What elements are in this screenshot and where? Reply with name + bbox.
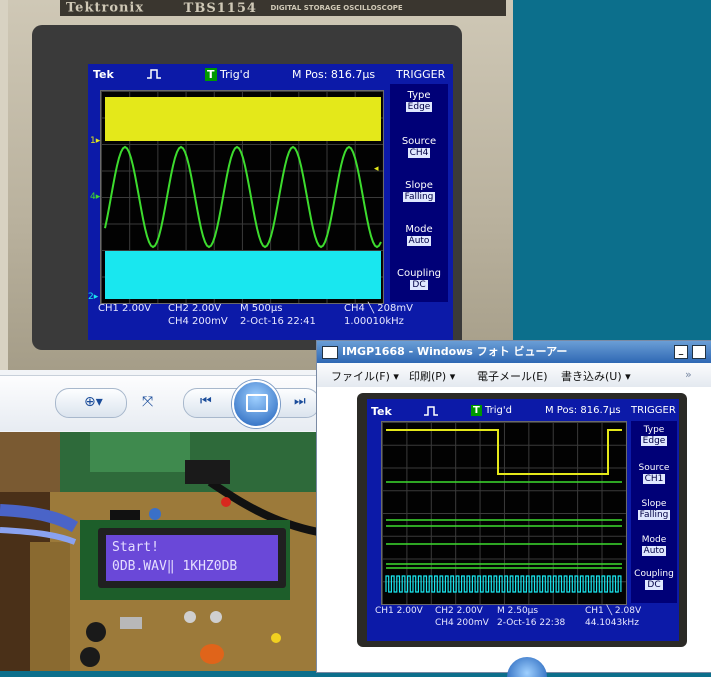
circuit-board-photo: Start! 0DB.WAV‖ 1KHZ0DB bbox=[0, 432, 318, 671]
date-time: 2-Oct-16 22:41 bbox=[240, 316, 316, 327]
scope2-menu-slope[interactable]: Slope Falling bbox=[631, 499, 677, 520]
scope2-waveform-plot bbox=[385, 429, 622, 593]
lcd-line-2: 0DB.WAV‖ 1KHZ0DB bbox=[112, 559, 238, 574]
menu-print[interactable]: 印刷(P) ▾ bbox=[409, 368, 455, 384]
more-menus-icon[interactable]: » bbox=[685, 368, 692, 381]
slideshow-icon bbox=[246, 394, 268, 412]
trigger-level-marker: ◂ bbox=[374, 164, 379, 174]
minimize-icon[interactable]: _ bbox=[674, 345, 688, 359]
menu-burn[interactable]: 書き込み(U) ▾ bbox=[561, 368, 631, 384]
scope2-ch4-scale: CH4 200mV bbox=[435, 618, 489, 628]
scope2-m-pos: M Pos: 816.7µs bbox=[545, 405, 621, 416]
maximize-icon[interactable] bbox=[692, 345, 706, 359]
scope2-ch2-scale: CH2 2.00V bbox=[435, 606, 483, 616]
scope2-menu-source[interactable]: Source CH1 bbox=[631, 463, 677, 484]
viewer-control-bar: ⊕▾ ⤧ ⏮ ⏭ bbox=[0, 375, 320, 431]
m-pos-readout: M Pos: 816.7µs bbox=[292, 68, 376, 81]
menu-email[interactable]: 電子メール(E) bbox=[477, 368, 548, 384]
timebase: M 500µs bbox=[240, 303, 283, 314]
scope2-tek-logo: Tek bbox=[371, 405, 392, 418]
oscilloscope-photo-1: Tektronix TBS1154 DIGITAL STORAGE OSCILL… bbox=[0, 0, 513, 370]
app-icon bbox=[322, 345, 338, 359]
menu-bar: ファイル(F) ▾ 印刷(P) ▾ 電子メール(E) 書き込み(U) ▾ » bbox=[317, 363, 711, 388]
menu-file[interactable]: ファイル(F) ▾ bbox=[331, 368, 399, 384]
actual-size-icon[interactable]: ⤧ bbox=[142, 394, 153, 410]
previous-icon[interactable]: ⏮ bbox=[200, 394, 212, 409]
scope2-date-time: 2-Oct-16 22:38 bbox=[497, 618, 566, 628]
ch1-scale: CH1 2.00V bbox=[98, 303, 152, 314]
scope2-side-menu: Type Edge Source CH1 Slope Falling Mode Auto… bbox=[631, 421, 677, 603]
ch2-scale: CH2 2.00V bbox=[168, 303, 222, 314]
dropdown-icon: ▾ bbox=[393, 370, 399, 383]
menu-title: TRIGGER bbox=[396, 68, 446, 81]
menu-mode[interactable]: Mode Auto bbox=[390, 224, 448, 246]
oscilloscope-brand-strip: Tektronix TBS1154 DIGITAL STORAGE OSCILL… bbox=[60, 0, 506, 16]
lcd-line-1: Start! bbox=[112, 540, 159, 555]
lcd-display: Start! 0DB.WAV‖ 1KHZ0DB bbox=[106, 535, 278, 581]
dropdown-icon: ▾ bbox=[625, 370, 631, 383]
trigger-side-menu: Type Edge Source CH4 Slope Falling Mode Auto… bbox=[390, 84, 448, 302]
waveform-plot bbox=[104, 97, 382, 299]
acquire-pulse-icon bbox=[147, 69, 161, 79]
scope2-graticule bbox=[381, 421, 627, 605]
ch4-trace-bundle bbox=[386, 481, 622, 569]
image-view-area: Tek T Trig'd M Pos: 816.7µs TRIGGER Type… bbox=[317, 387, 711, 672]
model-sub-label: DIGITAL STORAGE OSCILLOSCOPE bbox=[270, 4, 403, 12]
ch4-scale: CH4 200mV bbox=[168, 316, 228, 327]
scope2-trigger-level: CH1 ╲ 2.08V bbox=[585, 606, 642, 616]
ch1-trace bbox=[105, 97, 381, 141]
model-label: TBS1154 bbox=[183, 0, 257, 16]
menu-slope[interactable]: Slope Falling bbox=[390, 180, 448, 202]
graticule bbox=[100, 90, 384, 304]
zoom-icon[interactable]: ⊕▾ bbox=[84, 394, 103, 410]
ch2-pulse-train bbox=[385, 575, 622, 593]
menu-type[interactable]: Type Edge bbox=[390, 90, 448, 112]
window-titlebar[interactable]: IMGP1668 - Windows フォト ビューアー _ bbox=[317, 341, 711, 363]
ch2-pulse-path bbox=[385, 575, 622, 593]
scope2-timebase: M 2.50µs bbox=[497, 606, 539, 616]
photo-viewer-window: IMGP1668 - Windows フォト ビューアー _ ファイル(F) ▾… bbox=[316, 340, 711, 677]
scope2-menu-mode[interactable]: Mode Auto bbox=[631, 535, 677, 556]
scope2-trigger-status: T Trig'd bbox=[471, 405, 512, 416]
ch1-pulse-trace bbox=[386, 429, 622, 475]
ch1-marker: 1▸ bbox=[90, 136, 101, 146]
scope2-acquire-icon bbox=[424, 406, 438, 416]
scope2-ch1-scale: CH1 2.00V bbox=[375, 606, 423, 616]
menu-coupling[interactable]: Coupling DC bbox=[390, 268, 448, 290]
trigger-level: CH4 ╲ 208mV bbox=[344, 303, 413, 314]
ch2-trace bbox=[105, 251, 381, 299]
menu-source[interactable]: Source CH4 bbox=[390, 136, 448, 158]
ch4-sine-trace bbox=[104, 145, 382, 249]
ch4-marker: 4▸ bbox=[90, 192, 101, 202]
frequency-readout: 1.00010kHz bbox=[344, 316, 404, 327]
ch2-marker: 2▸ bbox=[88, 292, 99, 302]
brand-label: Tektronix bbox=[66, 0, 145, 16]
scope2-menu-type[interactable]: Type Edge bbox=[631, 425, 677, 446]
trigger-status: T Trig'd bbox=[205, 68, 250, 81]
window-title: IMGP1668 - Windows フォト ビューアー bbox=[342, 345, 568, 358]
tek-logo: Tek bbox=[93, 68, 114, 81]
scope2-menu-title: TRIGGER bbox=[631, 405, 676, 416]
scope2-frequency: 44.1043kHz bbox=[585, 618, 639, 628]
scope2-menu-coupling[interactable]: Coupling DC bbox=[631, 569, 677, 590]
next-icon[interactable]: ⏭ bbox=[294, 394, 306, 409]
dropdown-icon: ▾ bbox=[449, 370, 456, 383]
